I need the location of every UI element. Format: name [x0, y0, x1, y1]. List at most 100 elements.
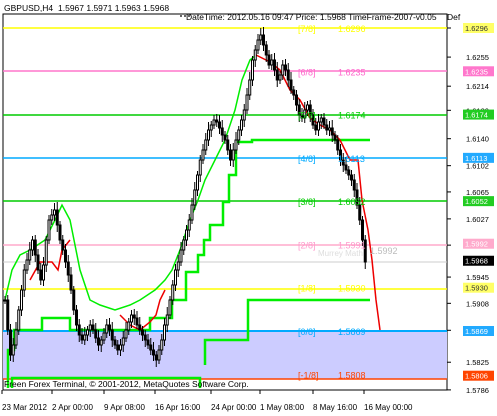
level-label: [1/8] [298, 284, 316, 294]
candle-body [135, 317, 139, 326]
price-chart[interactable]: [7/8] 1.6296 [6/8] 1.6235 [5/8] 1.6174 [4/8] 1.… [0, 0, 497, 416]
price-marker-label: 1.6052 [465, 197, 488, 206]
level-label: [0/8] [298, 327, 316, 337]
price-marker-label: 1.5806 [465, 372, 488, 381]
candle-body [267, 54, 271, 66]
candle-body [336, 139, 340, 151]
candle-body [319, 117, 323, 123]
chart-window[interactable]: [7/8] 1.6296 [6/8] 1.6235 [5/8] 1.6174 [4/8] 1.… [0, 0, 497, 416]
level-label: [-1/8] [298, 370, 319, 380]
candle-body [270, 59, 274, 66]
time-axis[interactable]: 23 Mar 2012 2 Apr 00:00 9 Apr 08:00 16 Apr … [1, 390, 413, 412]
price-marker-label: 1.6113 [465, 154, 487, 163]
candle-body [124, 329, 128, 339]
candle-body [116, 344, 120, 351]
candle-body [278, 74, 282, 81]
time-tick-label: 2 Apr 00:00 [52, 403, 93, 412]
time-tick-label: 1 May 08:00 [260, 403, 305, 412]
candle-body [58, 224, 62, 241]
candle-body [127, 321, 131, 331]
candle-body [6, 299, 10, 331]
candle-body [253, 49, 257, 61]
candle-body [44, 239, 48, 266]
candle-body [322, 117, 326, 126]
price-marker-label: 1.5992 [465, 240, 488, 249]
candle-body [97, 337, 100, 346]
candle-body [77, 324, 81, 336]
candle-body [229, 149, 232, 161]
candle-body [207, 129, 210, 141]
price-tick-label: 1.6255 [466, 53, 489, 62]
candle-body [344, 164, 348, 171]
candle-body [154, 354, 158, 361]
candle-body [245, 94, 249, 111]
candle-body [234, 139, 238, 151]
candle-body [17, 309, 21, 331]
candle-body [14, 329, 18, 346]
candle-body [119, 344, 122, 351]
time-tick-label: 16 Apr 16:00 [155, 403, 201, 412]
candle-body [42, 264, 45, 281]
candle-body [212, 119, 216, 126]
candle-body [99, 339, 103, 346]
candle-body [11, 344, 15, 356]
candle-body [152, 349, 155, 356]
candle-body [9, 329, 12, 356]
candle-body [330, 127, 334, 136]
level-price: 1.5869 [338, 327, 366, 337]
price-tick-label: 1.6214 [466, 82, 489, 91]
candle-body [314, 124, 318, 131]
candle-body [256, 39, 260, 51]
candle-body [149, 344, 153, 351]
candle-body [262, 34, 265, 46]
price-tick-label: 1.6027 [466, 215, 489, 224]
candle-body [292, 89, 296, 96]
level-price: 1.6174 [338, 111, 366, 121]
price-marker-label: 1.5869 [465, 327, 488, 336]
candle-body [223, 134, 227, 141]
price-marker-label: 1.6235 [465, 67, 488, 76]
candle-body [196, 174, 199, 191]
candle-body [295, 94, 298, 106]
candle-body [61, 239, 65, 251]
candle-body [102, 332, 106, 341]
candle-body [157, 349, 161, 361]
price-tick-label: 1.6102 [466, 162, 489, 171]
candle-body [160, 339, 164, 351]
price-axis[interactable]: 1.62961.62551.62141.61801.61401.61021.60… [447, 23, 494, 395]
candle-body [64, 249, 67, 263]
candle-body [75, 309, 78, 326]
candle-body [72, 289, 76, 311]
level-price: 1.6113 [338, 154, 365, 164]
candle-body [174, 269, 177, 286]
candle-body [39, 269, 43, 281]
candle-body [259, 34, 263, 41]
candle-body [165, 314, 169, 326]
candle-body [251, 59, 254, 81]
candle-body [187, 219, 191, 231]
candle-body [281, 64, 285, 76]
candle-body [286, 69, 290, 81]
symbol-timeframe: GBPUSD,H4 [4, 3, 53, 13]
candle-body [193, 189, 197, 206]
level-price: 1.6235 [338, 67, 366, 77]
candle-body [204, 139, 208, 151]
candle-body [94, 329, 98, 339]
candle-body [240, 119, 243, 131]
candle-body [264, 44, 268, 56]
candle-body [306, 104, 309, 111]
price-tick-label: 1.5786 [466, 386, 489, 395]
candle-body [237, 129, 241, 141]
candle-body [83, 334, 87, 341]
price-tick-label: 1.5945 [466, 273, 489, 282]
zero-band [3, 331, 447, 379]
candle-body [182, 239, 186, 251]
candle-body [361, 219, 364, 241]
candle-body [328, 127, 331, 131]
copyright-text: Freen Forex Terminal, © 2001-2012, MetaQ… [4, 379, 249, 389]
level-price: 1.6296 [338, 24, 366, 34]
candle-body [226, 139, 230, 151]
candle-body [325, 124, 329, 131]
candle-body [143, 334, 147, 341]
candle-body [22, 269, 26, 291]
